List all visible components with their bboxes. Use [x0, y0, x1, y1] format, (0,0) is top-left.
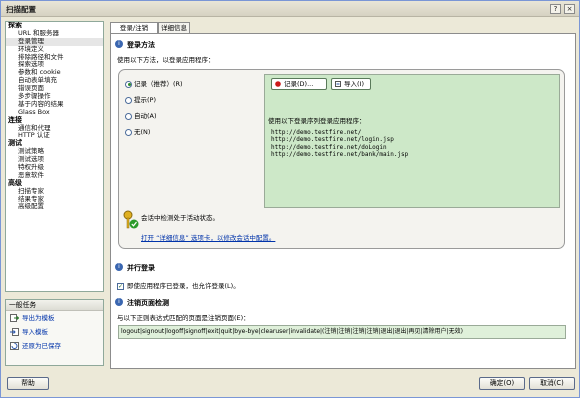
- login-url: http://demo.testfire.net/doLogin: [271, 143, 387, 151]
- radio-dot: [125, 96, 132, 104]
- login-sequence-area: 记录(D)... 导入(I) 使用以下登录序列登录应用程序： http://de…: [264, 74, 560, 208]
- info-icon: i: [115, 298, 123, 306]
- cancel-button[interactable]: 取消(C): [529, 377, 575, 390]
- details-tab-link[interactable]: 打开 “详细信息” 选项卡，以修改会话中配置。: [141, 232, 275, 242]
- concurrent-login-checkbox[interactable]: ✓ 即使应用程序已登录，也允许登录(L)。: [117, 280, 240, 290]
- radio-label: 记录（推荐）(R): [134, 80, 183, 88]
- login-url: http://demo.testfire.net/bank/main.jsp: [271, 151, 409, 159]
- general-tasks-panel: 一般任务 导出为模板 导入模板 还原为已保存: [5, 299, 104, 366]
- checkbox-label: 即使应用程序已登录，也允许登录(L)。: [127, 282, 240, 290]
- record-button-label: 记录(D)...: [284, 80, 314, 88]
- login-url: http://demo.testfire.net/login.jsp: [271, 136, 394, 144]
- radio-auto[interactable]: 自动(A): [125, 110, 157, 120]
- export-icon: [10, 314, 19, 322]
- radio-prompt[interactable]: 提示(P): [125, 94, 156, 104]
- title-bar: 扫描配置 ? ×: [1, 1, 579, 17]
- sequence-label: 使用以下登录序列登录应用程序：: [268, 117, 366, 125]
- tab-details[interactable]: 详细信息: [158, 22, 190, 33]
- record-button[interactable]: 记录(D)...: [271, 78, 327, 90]
- concurrent-login-title: 并行登录: [127, 264, 155, 272]
- login-url-list: http://demo.testfire.net/ http://demo.te…: [271, 129, 408, 159]
- login-method-desc: 使用以下方法，以登录应用程序：: [117, 56, 215, 64]
- radio-label: 自动(A): [134, 112, 157, 120]
- tree-item-advanced-config[interactable]: 高级配置: [6, 203, 103, 211]
- task-export-template[interactable]: 导出为模板: [6, 311, 103, 325]
- help-button[interactable]: 帮助: [7, 377, 49, 390]
- task-import-template[interactable]: 导入模板: [6, 325, 103, 339]
- import-icon: [10, 328, 19, 336]
- logout-desc: 与以下正则表达式匹配的页面是注销页面(E)：: [117, 314, 250, 322]
- revert-icon: [10, 342, 19, 350]
- radio-dot: [125, 128, 132, 136]
- radio-record[interactable]: 记录（推荐）(R): [125, 78, 183, 88]
- import-button-label: 导入(I): [344, 80, 364, 88]
- info-icon: i: [115, 263, 123, 271]
- help-title-button[interactable]: ?: [550, 4, 561, 14]
- key-check-icon: [123, 210, 139, 229]
- task-revert-saved[interactable]: 还原为已保存: [6, 339, 103, 353]
- import-button[interactable]: 导入(I): [331, 78, 371, 90]
- checkbox-box: ✓: [117, 282, 124, 290]
- session-state-text: 会话中检测处于活动状态。: [141, 214, 219, 222]
- record-icon: [275, 81, 281, 87]
- radio-label: 提示(P): [134, 96, 156, 104]
- close-button[interactable]: ×: [564, 4, 575, 14]
- logout-detect-title: 注销页面检测: [127, 299, 169, 307]
- nav-tree: 探索 URL 和服务器 登录管理 环境定义 排除路径和文件 探索选项 参数和 c…: [5, 21, 104, 292]
- task-label: 导出为模板: [22, 314, 55, 322]
- radio-none[interactable]: 无(N): [125, 126, 150, 136]
- login-method-title: 登录方法: [127, 41, 155, 49]
- radio-label: 无(N): [134, 128, 151, 136]
- ok-button[interactable]: 确定(O): [479, 377, 525, 390]
- import-icon: [335, 81, 341, 87]
- tasks-header: 一般任务: [6, 300, 103, 311]
- login-logout-panel: i 登录方法 使用以下方法，以登录应用程序： 记录（推荐）(R) 提示(P) 自…: [110, 33, 576, 369]
- login-url: http://demo.testfire.net/: [271, 129, 362, 136]
- radio-dot: [125, 112, 132, 120]
- logout-regex-input[interactable]: logout|signout|logoff|signoff|exit|quit|…: [118, 325, 566, 339]
- login-method-box: 记录（推荐）(R) 提示(P) 自动(A) 无(N) 记录(D)... 导入(I…: [118, 69, 565, 249]
- window-title: 扫描配置: [6, 5, 36, 14]
- info-icon: i: [115, 40, 123, 48]
- task-label: 还原为已保存: [22, 342, 61, 350]
- task-label: 导入模板: [22, 328, 48, 336]
- scan-config-window: 扫描配置 ? × 探索 URL 和服务器 登录管理 环境定义 排除路径和文件 探…: [0, 0, 580, 398]
- radio-dot: [125, 80, 132, 88]
